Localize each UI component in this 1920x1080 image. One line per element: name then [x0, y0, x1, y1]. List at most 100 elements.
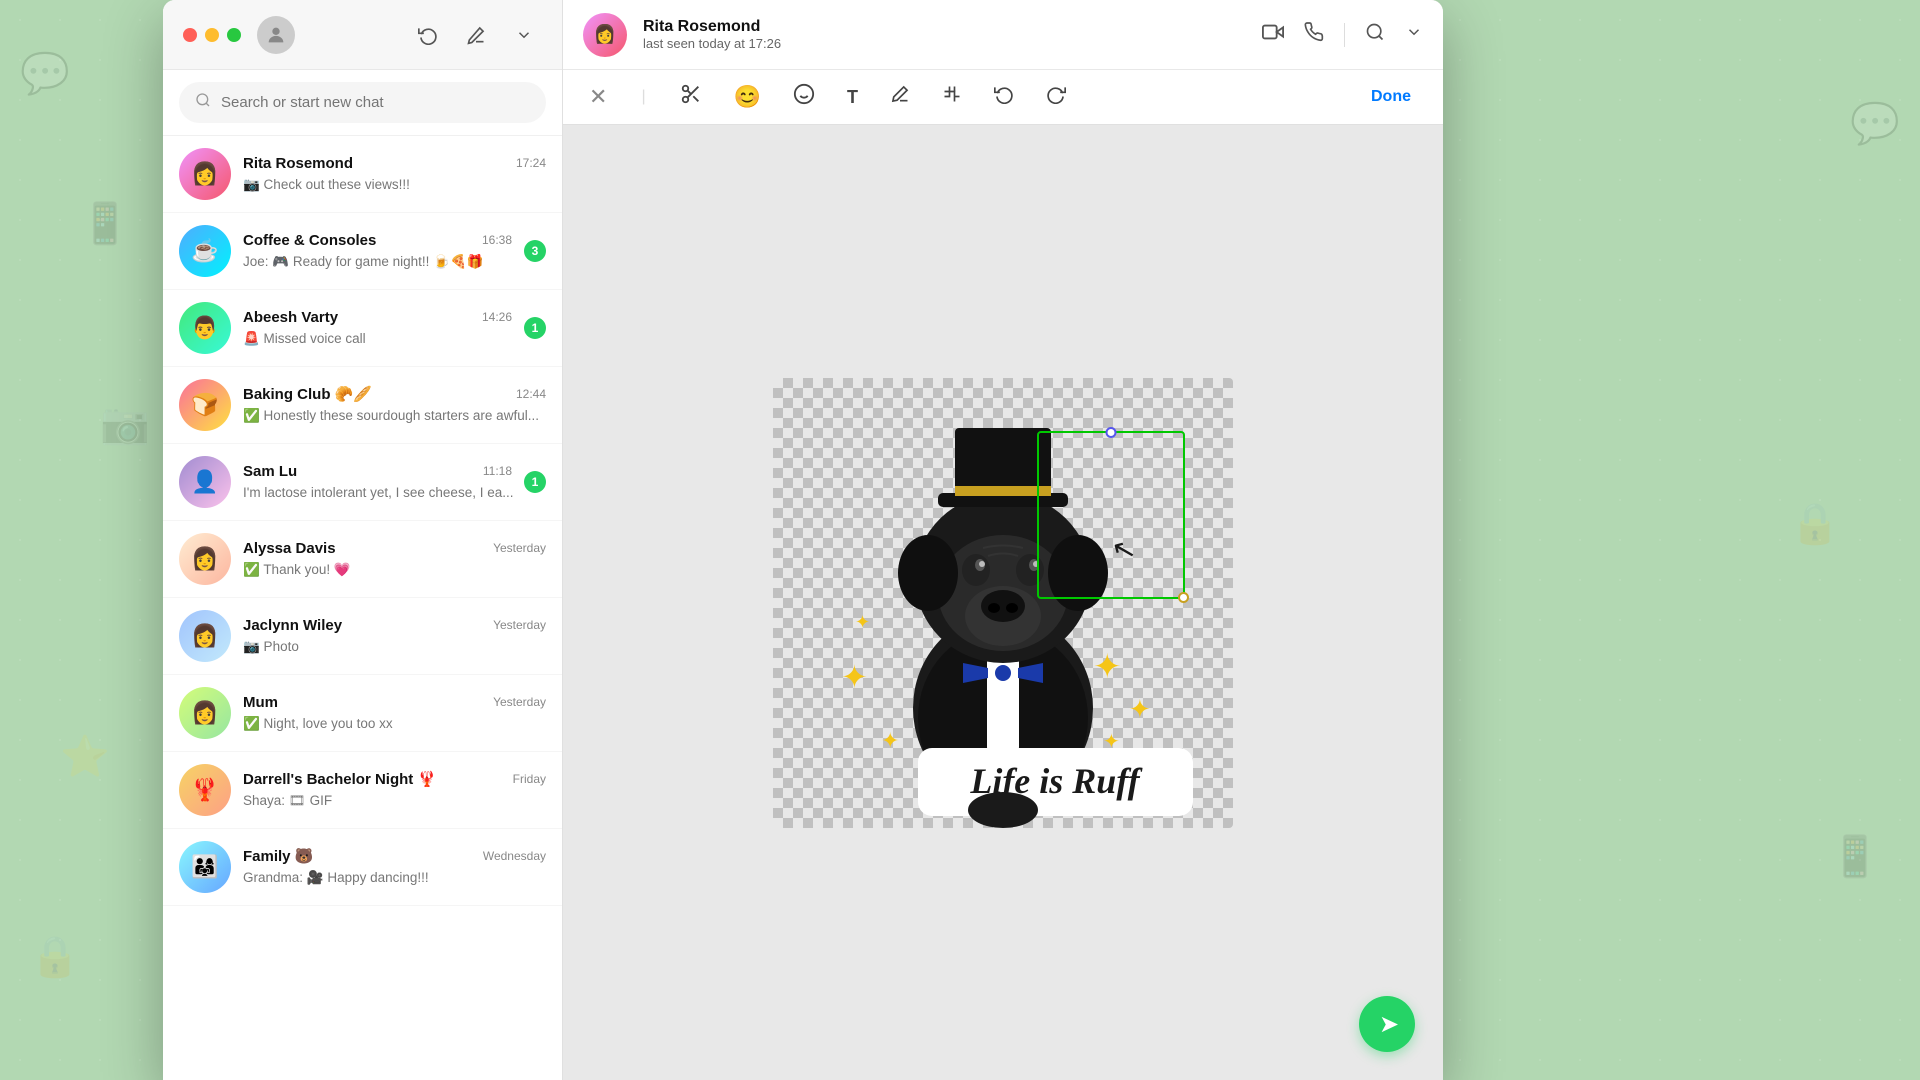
minimize-button[interactable] [205, 28, 219, 42]
chat-preview: 🚨 Missed voice call [243, 331, 366, 346]
list-item[interactable]: 👨‍👩‍👧 Family 🐻 Wednesday Grandma: 🎥 Happ… [163, 829, 562, 906]
avatar: 👩 [179, 610, 231, 662]
chat-top: Rita Rosemond 17:24 [243, 155, 546, 172]
refresh-icon[interactable] [410, 17, 446, 53]
close-button[interactable] [183, 28, 197, 42]
chat-preview: 📷 Photo [243, 639, 299, 654]
search-icon [195, 92, 211, 113]
chat-top: Sam Lu 11:18 [243, 463, 512, 480]
svg-text:✦: ✦ [841, 659, 868, 695]
chat-time: Yesterday [493, 541, 546, 555]
list-item[interactable]: 👩 Alyssa Davis Yesterday ✅ Thank you! 💗 [163, 521, 562, 598]
header-divider [1344, 23, 1345, 47]
header-actions [1262, 21, 1423, 49]
search-input[interactable] [221, 94, 530, 111]
chat-name: Family 🐻 [243, 847, 313, 865]
phone-call-icon[interactable] [1304, 22, 1324, 48]
chat-preview: Grandma: 🎥 Happy dancing!!! [243, 870, 429, 885]
chat-time: 17:24 [516, 156, 546, 170]
chat-preview: ✅ Thank you! 💗 [243, 562, 351, 577]
chat-time: 16:38 [482, 233, 512, 247]
chat-info: Family 🐻 Wednesday Grandma: 🎥 Happy danc… [243, 847, 546, 887]
pug-image: ✦ ✦ ✦ ✦ ✦ ✦ Life is Ruff [773, 378, 1233, 828]
chat-header: 👩 Rita Rosemond last seen today at 17:26 [563, 0, 1443, 70]
unread-badge: 3 [524, 240, 546, 262]
avatar: 🦞 [179, 764, 231, 816]
list-item[interactable]: 👩 Jaclynn Wiley Yesterday 📷 Photo [163, 598, 562, 675]
chat-time: 11:18 [483, 464, 512, 478]
crop-icon[interactable] [936, 78, 968, 116]
chat-time: 14:26 [482, 310, 512, 324]
chat-top: Abeesh Varty 14:26 [243, 309, 512, 326]
chat-preview: Joe: 🎮 Ready for game night!! 🍺🍕🎁 [243, 254, 484, 269]
chat-top: Alyssa Davis Yesterday [243, 540, 546, 557]
chat-name: Jaclynn Wiley [243, 617, 342, 634]
user-avatar[interactable] [257, 16, 295, 54]
chat-name: Darrell's Bachelor Night 🦞 [243, 770, 436, 788]
list-item[interactable]: 👤 Sam Lu 11:18 I'm lactose intolerant ye… [163, 444, 562, 521]
chat-time: Yesterday [493, 618, 546, 632]
close-icon[interactable]: ✕ [583, 78, 613, 116]
chat-name: Rita Rosemond [243, 155, 353, 172]
chat-info: Alyssa Davis Yesterday ✅ Thank you! 💗 [243, 540, 546, 579]
redo-icon[interactable] [1040, 78, 1072, 116]
chat-top: Baking Club 🥐🥖 12:44 [243, 385, 546, 403]
more-options-icon[interactable] [1405, 23, 1423, 47]
undo-icon[interactable] [988, 78, 1020, 116]
chat-top: Mum Yesterday [243, 694, 546, 711]
avatar: ☕ [179, 225, 231, 277]
maximize-button[interactable] [227, 28, 241, 42]
scissors-icon[interactable] [674, 77, 708, 117]
chat-info: Coffee & Consoles 16:38 Joe: 🎮 Ready for… [243, 232, 512, 271]
chat-header-name: Rita Rosemond [643, 18, 1246, 36]
chat-preview: 📷 Check out these views!!! [243, 177, 410, 192]
list-item[interactable]: 👨 Abeesh Varty 14:26 🚨 Missed voice call… [163, 290, 562, 367]
chat-info: Mum Yesterday ✅ Night, love you too xx [243, 694, 546, 733]
chat-info: Darrell's Bachelor Night 🦞 Friday Shaya:… [243, 770, 546, 810]
list-item[interactable]: 👩 Mum Yesterday ✅ Night, love you too xx [163, 675, 562, 752]
chat-name: Coffee & Consoles [243, 232, 376, 249]
chevron-down-icon[interactable] [506, 17, 542, 53]
chat-time: Wednesday [483, 849, 546, 863]
send-button[interactable]: ➤ [1359, 996, 1415, 1052]
sticker-icon[interactable] [787, 77, 821, 117]
chat-name: Baking Club 🥐🥖 [243, 385, 372, 403]
editor-toolbar: ✕ | 😊 [563, 70, 1443, 125]
chat-name: Sam Lu [243, 463, 297, 480]
search-input-wrap[interactable] [179, 82, 546, 123]
chat-name: Abeesh Varty [243, 309, 338, 326]
video-call-icon[interactable] [1262, 21, 1284, 49]
chat-top: Coffee & Consoles 16:38 [243, 232, 512, 249]
chat-top: Jaclynn Wiley Yesterday [243, 617, 546, 634]
unread-badge: 1 [524, 471, 546, 493]
traffic-lights [183, 28, 241, 42]
canvas-container: ✦ ✦ ✦ ✦ ✦ ✦ Life is Ruff [733, 125, 1273, 1080]
chat-header-info: Rita Rosemond last seen today at 17:26 [643, 18, 1246, 51]
chat-info: Abeesh Varty 14:26 🚨 Missed voice call [243, 309, 512, 348]
pen-icon[interactable] [884, 78, 916, 116]
avatar: 👤 [179, 456, 231, 508]
chat-list: 👩 Rita Rosemond 17:24 📷 Check out these … [163, 136, 562, 1080]
list-item[interactable]: 🦞 Darrell's Bachelor Night 🦞 Friday Shay… [163, 752, 562, 829]
chat-preview: ✅ Honestly these sourdough starters are … [243, 408, 539, 423]
emoji-icon[interactable]: 😊 [728, 78, 767, 116]
search-icon[interactable] [1365, 22, 1385, 48]
text-icon[interactable]: T [841, 81, 864, 114]
chat-header-status: last seen today at 17:26 [643, 36, 1246, 51]
app-window: 👩 Rita Rosemond 17:24 📷 Check out these … [163, 0, 1443, 1080]
main-area: 👩 Rita Rosemond last seen today at 17:26 [563, 0, 1443, 1080]
editor-area: ✕ | 😊 [563, 70, 1443, 1080]
avatar: 👩 [179, 533, 231, 585]
chat-info: Rita Rosemond 17:24 📷 Check out these vi… [243, 155, 546, 194]
compose-icon[interactable] [458, 17, 494, 53]
done-button[interactable]: Done [1359, 82, 1423, 112]
chat-preview: I'm lactose intolerant yet, I see cheese… [243, 485, 513, 500]
list-item[interactable]: ☕ Coffee & Consoles 16:38 Joe: 🎮 Ready f… [163, 213, 562, 290]
list-item[interactable]: 🍞 Baking Club 🥐🥖 12:44 ✅ Honestly these … [163, 367, 562, 444]
app-container: 👩 Rita Rosemond 17:24 📷 Check out these … [163, 0, 1443, 1080]
list-item[interactable]: 👩 Rita Rosemond 17:24 📷 Check out these … [163, 136, 562, 213]
chat-info: Baking Club 🥐🥖 12:44 ✅ Honestly these so… [243, 385, 546, 425]
chat-top: Darrell's Bachelor Night 🦞 Friday [243, 770, 546, 788]
svg-text:✦: ✦ [1093, 649, 1122, 686]
sidebar-header [163, 0, 562, 70]
